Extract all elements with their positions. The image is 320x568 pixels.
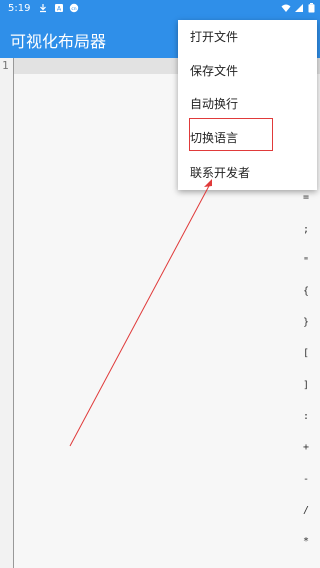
wifi-icon <box>281 4 291 12</box>
svg-text:cn: cn <box>71 7 76 12</box>
a-box-icon: A <box>55 4 63 13</box>
symbol-key[interactable]: } <box>296 317 316 328</box>
overflow-menu: 打开文件 保存文件 自动换行 切换语言 联系开发者 <box>178 20 317 190</box>
battery-icon <box>308 3 315 13</box>
symbol-key[interactable]: { <box>296 286 316 297</box>
symbol-key[interactable]: ; <box>296 224 316 235</box>
gutter-divider <box>13 58 14 568</box>
annotation-highlight-box <box>189 118 273 151</box>
symbol-key[interactable]: = <box>296 192 316 203</box>
menu-item-save-file[interactable]: 保存文件 <box>190 59 310 83</box>
status-time: 5:19 <box>8 3 31 14</box>
notification-icon: cn <box>69 3 79 13</box>
symbol-key[interactable]: - <box>296 474 316 485</box>
symbol-key[interactable]: + <box>296 442 316 453</box>
menu-item-contact-developer[interactable]: 联系开发者 <box>190 161 310 185</box>
line-number: 1 <box>2 59 9 72</box>
app-title: 可视化布局器 <box>10 32 107 51</box>
symbol-key[interactable]: ] <box>296 380 316 391</box>
menu-item-open-file[interactable]: 打开文件 <box>190 25 310 49</box>
symbol-key[interactable]: * <box>296 536 316 547</box>
status-bar: 5:19 A cn <box>0 0 320 18</box>
symbol-key[interactable]: / <box>296 505 316 516</box>
signal-icon <box>295 4 303 12</box>
line-number-gutter <box>0 58 14 568</box>
download-icon <box>40 4 46 13</box>
symbol-key[interactable]: " <box>296 256 316 267</box>
symbol-key[interactable]: [ <box>296 348 316 359</box>
menu-item-word-wrap[interactable]: 自动换行 <box>190 92 310 116</box>
symbol-key[interactable]: : <box>296 411 316 422</box>
